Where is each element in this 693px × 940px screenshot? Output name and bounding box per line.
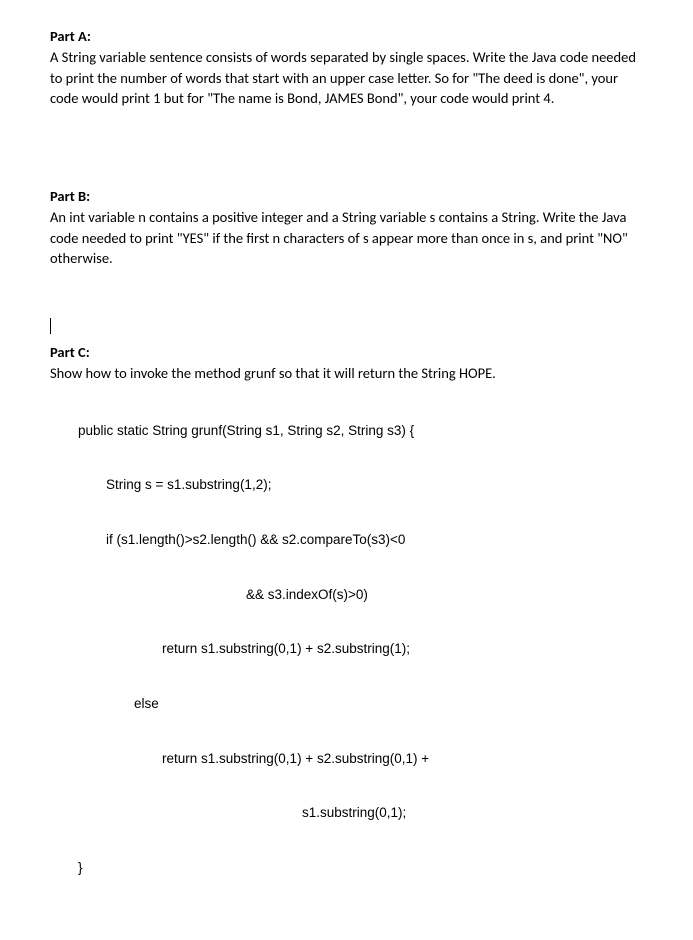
part-a-heading: Part A:	[50, 26, 643, 46]
part-a-block: Part A: A String variable sentence consi…	[50, 26, 643, 108]
code-line: return s1.substring(0,1) + s2.substring(…	[50, 750, 643, 768]
code-line: s1.substring(0,1);	[50, 804, 643, 822]
code-line: return s1.substring(0,1) + s2.substring(…	[50, 640, 643, 658]
code-line: public static String grunf(String s1, St…	[50, 422, 643, 440]
part-b-heading: Part B:	[50, 186, 643, 206]
part-b-block: Part B: An int variable n contains a pos…	[50, 186, 643, 268]
code-line: if (s1.length()>s2.length() && s2.compar…	[50, 531, 643, 549]
part-c-block: Part C: Show how to invoke the method gr…	[50, 342, 643, 914]
part-b-text: An int variable n contains a positive in…	[50, 207, 643, 268]
part-c-intro: Show how to invoke the method grunf so t…	[50, 363, 643, 383]
text-cursor	[50, 318, 643, 341]
code-line: else	[50, 695, 643, 713]
code-line: }	[50, 859, 643, 877]
part-c-heading: Part C:	[50, 342, 643, 362]
code-line: && s3.indexOf(s)>0)	[50, 586, 643, 604]
part-c-code: public static String grunf(String s1, St…	[50, 385, 643, 913]
code-line: String s = s1.substring(1,2);	[50, 476, 643, 494]
part-a-text: A String variable sentence consists of w…	[50, 47, 643, 108]
